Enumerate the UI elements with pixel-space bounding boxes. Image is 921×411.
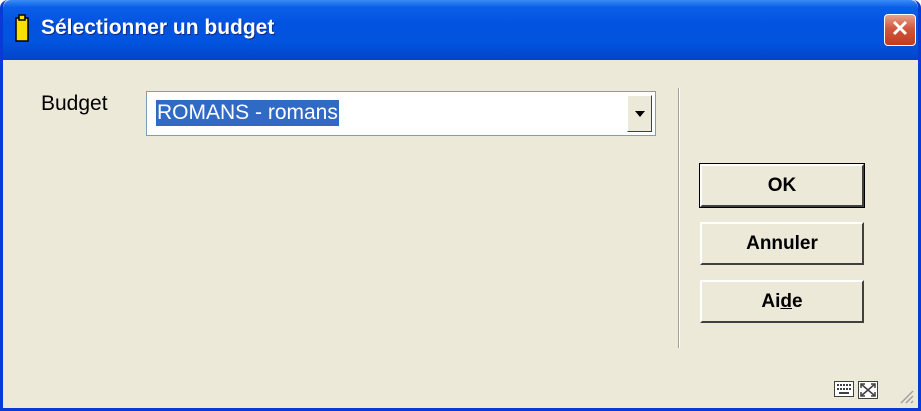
dialog-body: Budget ROMANS - romans OK Annuler Ai d e	[3, 60, 918, 408]
budget-dropdown-button[interactable]	[627, 95, 652, 132]
resize-grip-icon[interactable]	[896, 386, 914, 404]
budget-select[interactable]: ROMANS - romans	[146, 91, 656, 136]
clipboard-icon	[15, 14, 29, 42]
close-icon	[891, 19, 909, 42]
budget-label: Budget	[41, 92, 108, 115]
window-title: Sélectionner un budget	[41, 16, 275, 39]
dialog-window: Sélectionner un budget Budget ROMANS - r…	[0, 0, 921, 411]
keyboard-icon[interactable]	[834, 381, 854, 404]
cancel-button[interactable]: Annuler	[700, 222, 864, 265]
help-button-label: Ai d e	[761, 290, 803, 312]
title-bar[interactable]: Sélectionner un budget	[3, 0, 918, 60]
vertical-divider	[678, 88, 680, 348]
budget-select-value: ROMANS - romans	[156, 100, 339, 126]
chevron-down-icon	[634, 110, 645, 117]
ok-button[interactable]: OK	[699, 163, 865, 208]
close-button[interactable]	[884, 14, 916, 46]
status-icons	[834, 381, 878, 404]
help-button[interactable]: Ai d e	[700, 280, 864, 323]
expand-icon[interactable]	[858, 381, 878, 404]
